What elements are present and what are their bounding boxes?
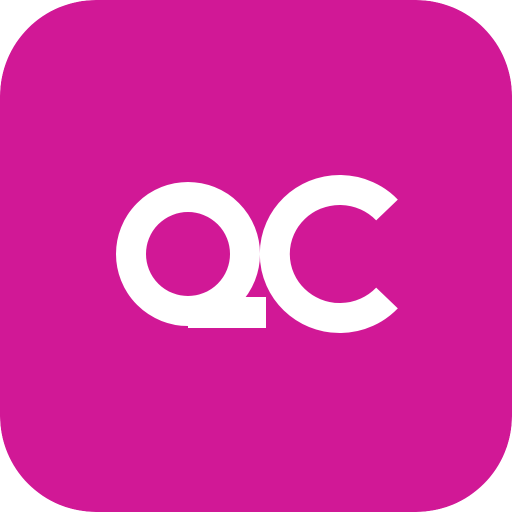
qc-logo-graphic: QC: [0, 0, 512, 512]
qc-app-icon: QC: [0, 0, 512, 512]
